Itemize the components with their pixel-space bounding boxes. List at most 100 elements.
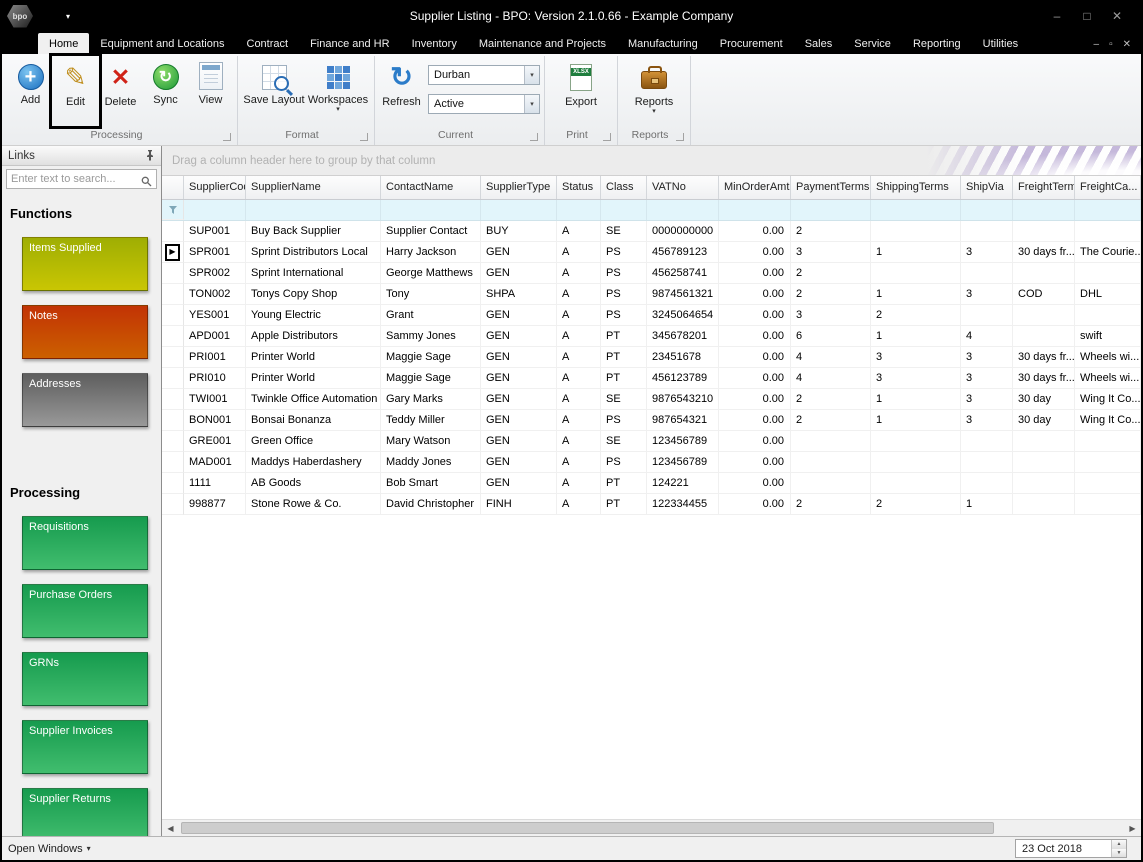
cell-suppliername[interactable]: Apple Distributors (246, 326, 381, 347)
cell-freightca[interactable] (1075, 221, 1141, 242)
cell-vatno[interactable]: 9876543210 (647, 389, 719, 410)
row-indicator[interactable] (162, 221, 184, 242)
tab-reporting[interactable]: Reporting (902, 33, 972, 54)
cell-vatno[interactable]: 123456789 (647, 452, 719, 473)
cell-freightca[interactable]: Wheels wi... (1075, 347, 1141, 368)
cell-freightca[interactable]: Wing It Co... (1075, 410, 1141, 431)
cell-shipvia[interactable] (961, 221, 1013, 242)
cell-suppliername[interactable]: AB Goods (246, 473, 381, 494)
cell-paymentterms[interactable]: 4 (791, 347, 871, 368)
cell-freightca[interactable] (1075, 452, 1141, 473)
cell-status[interactable]: A (557, 305, 601, 326)
cell-class[interactable]: PS (601, 284, 647, 305)
cell-class[interactable]: SE (601, 389, 647, 410)
delete-button[interactable]: ✕ Delete (98, 57, 143, 125)
tab-manufacturing[interactable]: Manufacturing (617, 33, 709, 54)
cell-minorderamt[interactable]: 0.00 (719, 305, 791, 326)
group-by-bar[interactable]: Drag a column header here to group by th… (162, 146, 1141, 176)
cell-vatno[interactable]: 987654321 (647, 410, 719, 431)
cell-minorderamt[interactable]: 0.00 (719, 389, 791, 410)
cell-paymentterms[interactable]: 6 (791, 326, 871, 347)
cell-status[interactable]: A (557, 410, 601, 431)
row-indicator[interactable] (162, 347, 184, 368)
column-header-status[interactable]: Status (557, 176, 601, 199)
column-header-suppliercode[interactable]: SupplierCode (184, 176, 246, 199)
cell-freightca[interactable]: The Courie... (1075, 242, 1141, 263)
cell-class[interactable]: SE (601, 221, 647, 242)
cell-paymentterms[interactable] (791, 452, 871, 473)
cell-suppliertype[interactable]: GEN (481, 452, 557, 473)
cell-suppliername[interactable]: Buy Back Supplier (246, 221, 381, 242)
workspaces-button[interactable]: Workspaces ▾ (306, 57, 370, 125)
search-icon[interactable] (141, 174, 152, 192)
cell-shippingterms[interactable] (871, 452, 961, 473)
cell-vatno[interactable]: 123456789 (647, 431, 719, 452)
cell-suppliertype[interactable]: GEN (481, 347, 557, 368)
column-header-vatno[interactable]: VATNo (647, 176, 719, 199)
scroll-right-icon[interactable]: ▶ (1124, 824, 1141, 833)
cell-vatno[interactable]: 345678201 (647, 326, 719, 347)
cell-minorderamt[interactable]: 0.00 (719, 347, 791, 368)
cell-status[interactable]: A (557, 368, 601, 389)
minimize-button[interactable]: – (1043, 9, 1071, 23)
cell-minorderamt[interactable]: 0.00 (719, 284, 791, 305)
cell-vatno[interactable]: 124221 (647, 473, 719, 494)
cell-suppliername[interactable]: Sprint Distributors Local (246, 242, 381, 263)
cell-suppliertype[interactable]: GEN (481, 368, 557, 389)
site-select-caret-icon[interactable]: ▾ (524, 66, 539, 84)
row-indicator[interactable] (162, 305, 184, 326)
table-row[interactable]: BON001 Bonsai Bonanza Teddy Miller GEN A PS 98… (162, 410, 1141, 431)
cell-shipvia[interactable] (961, 305, 1013, 326)
ribbon-close-icon[interactable]: ✕ (1123, 39, 1131, 50)
cell-freightterms[interactable] (1013, 452, 1075, 473)
tab-finance-and-hr[interactable]: Finance and HR (299, 33, 401, 54)
table-row[interactable]: GRE001 Green Office Mary Watson GEN A SE 12345… (162, 431, 1141, 452)
filter-cell-contactname[interactable] (381, 200, 481, 220)
cell-shippingterms[interactable]: 2 (871, 494, 961, 515)
ribbon-minimize-icon[interactable]: – (1094, 39, 1100, 50)
site-select[interactable]: Durban ▾ (428, 65, 540, 85)
cell-suppliername[interactable]: Printer World (246, 347, 381, 368)
cell-suppliertype[interactable]: FINH (481, 494, 557, 515)
cell-status[interactable]: A (557, 494, 601, 515)
quick-access-caret-icon[interactable]: ▾ (66, 12, 70, 21)
cell-vatno[interactable]: 456123789 (647, 368, 719, 389)
cell-status[interactable]: A (557, 326, 601, 347)
cell-freightca[interactable] (1075, 431, 1141, 452)
filter-cell-suppliercode[interactable] (184, 200, 246, 220)
cell-suppliertype[interactable]: GEN (481, 305, 557, 326)
cell-freightterms[interactable] (1013, 494, 1075, 515)
sidebar-button-supplier-returns[interactable]: Supplier Returns (22, 788, 148, 836)
cell-paymentterms[interactable]: 4 (791, 368, 871, 389)
cell-status[interactable]: A (557, 221, 601, 242)
cell-shippingterms[interactable]: 2 (871, 305, 961, 326)
cell-freightterms[interactable]: 30 days fr... (1013, 242, 1075, 263)
table-row[interactable]: TON002 Tonys Copy Shop Tony SHPA A PS 98745613… (162, 284, 1141, 305)
cell-contactname[interactable]: Tony (381, 284, 481, 305)
filter-cell-freightterms[interactable] (1013, 200, 1075, 220)
cell-status[interactable]: A (557, 473, 601, 494)
cell-status[interactable]: A (557, 347, 601, 368)
cell-class[interactable]: PS (601, 305, 647, 326)
cell-shipvia[interactable]: 3 (961, 284, 1013, 305)
sidebar-button-requisitions[interactable]: Requisitions (22, 516, 148, 570)
cell-suppliercode[interactable]: GRE001 (184, 431, 246, 452)
cell-status[interactable]: A (557, 389, 601, 410)
cell-suppliercode[interactable]: SPR002 (184, 263, 246, 284)
cell-freightca[interactable] (1075, 473, 1141, 494)
scrollbar-thumb[interactable] (181, 822, 994, 834)
column-header-suppliertype[interactable]: SupplierType (481, 176, 557, 199)
cell-suppliercode[interactable]: 998877 (184, 494, 246, 515)
tab-equipment-and-locations[interactable]: Equipment and Locations (89, 33, 235, 54)
scrollbar-track[interactable] (179, 820, 1124, 836)
table-row[interactable]: APD001 Apple Distributors Sammy Jones GEN A P… (162, 326, 1141, 347)
cell-freightca[interactable]: DHL (1075, 284, 1141, 305)
cell-shippingterms[interactable] (871, 473, 961, 494)
filter-cell-minorderamt[interactable] (719, 200, 791, 220)
cell-suppliertype[interactable]: GEN (481, 410, 557, 431)
table-row[interactable]: YES001 Young Electric Grant GEN A PS 324506465… (162, 305, 1141, 326)
sidebar-button-purchase-orders[interactable]: Purchase Orders (22, 584, 148, 638)
cell-contactname[interactable]: Grant (381, 305, 481, 326)
cell-minorderamt[interactable]: 0.00 (719, 221, 791, 242)
cell-suppliercode[interactable]: BON001 (184, 410, 246, 431)
